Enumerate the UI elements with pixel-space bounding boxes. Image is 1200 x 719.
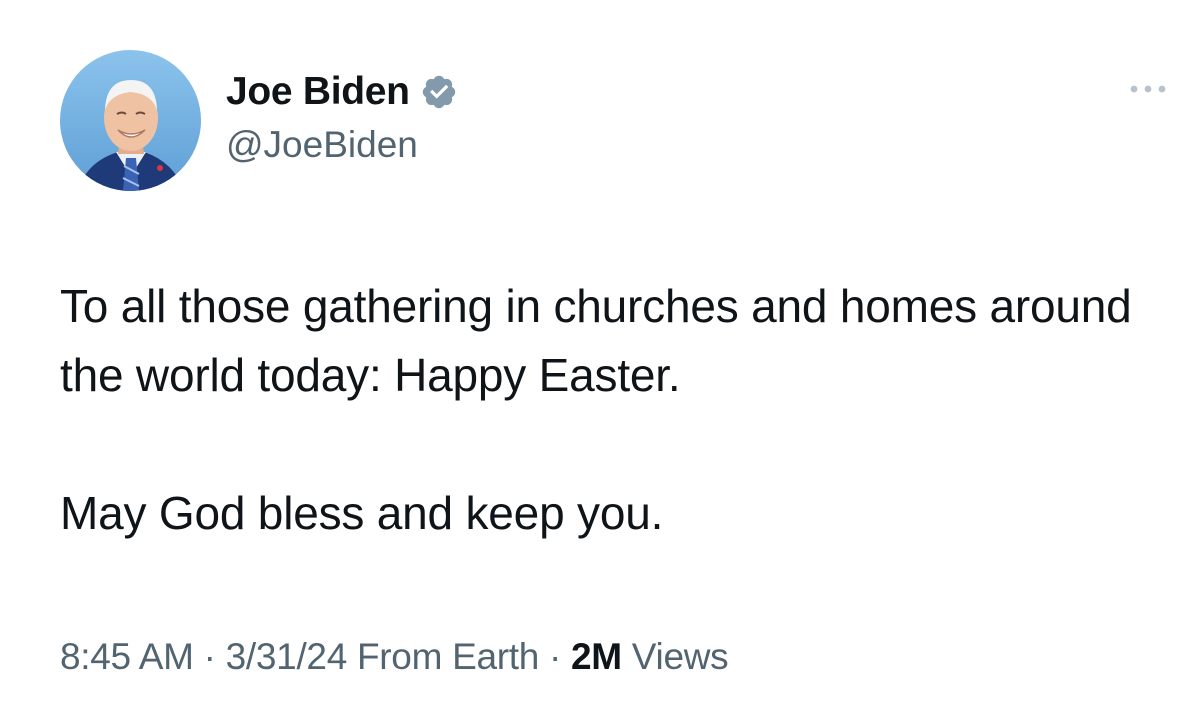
tweet-card: Joe Biden @JoeBiden To all those gatheri… [0,0,1200,719]
tweet-time[interactable]: 8:45 AM [60,636,194,677]
tweet-paragraph: To all those gathering in churches and h… [60,280,1132,401]
tweet-date[interactable]: 3/31/24 [226,636,348,677]
tweet-paragraph: May God bless and keep you. [60,487,664,539]
author-block: Joe Biden @JoeBiden [226,66,458,166]
more-options-icon [1130,85,1166,93]
author-display-name[interactable]: Joe Biden [226,70,410,114]
avatar-photo [60,50,201,191]
name-row: Joe Biden [226,66,458,118]
views-label[interactable]: Views [622,636,729,677]
meta-separator: · [193,636,226,677]
views-count[interactable]: 2M [571,636,622,677]
avatar[interactable] [60,50,201,191]
tweet-meta: 8:45 AM · 3/31/24 From Earth · 2M Views [60,636,729,678]
tweet-source: From Earth [347,636,540,677]
verified-badge-icon [420,73,458,111]
more-options-button[interactable] [1126,76,1170,102]
meta-separator: · [539,636,572,677]
tweet-text: To all those gathering in churches and h… [60,272,1170,548]
author-handle[interactable]: @JoeBiden [226,124,458,166]
